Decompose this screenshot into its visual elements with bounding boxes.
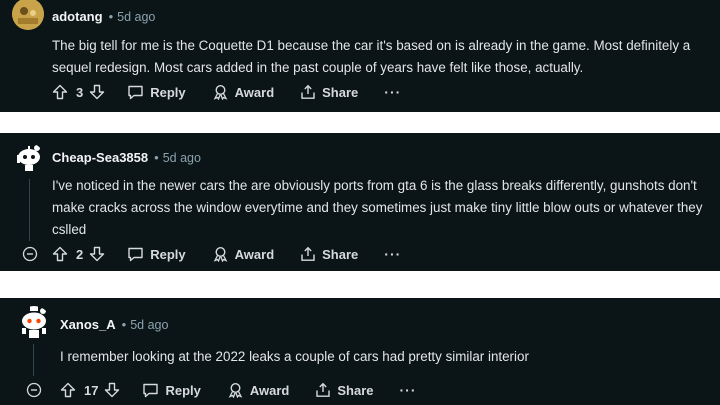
action-bar: 2 Reply Award Share ··· (52, 246, 401, 262)
author-name[interactable]: Cheap-Sea3858 (52, 150, 148, 165)
collapse-minus-icon (22, 246, 38, 262)
snoo-avatar-icon (22, 306, 46, 338)
author-name[interactable]: adotang (52, 9, 103, 24)
separator-dot: • (121, 317, 127, 332)
vote-count: 3 (76, 84, 84, 100)
comment-body: The big tell for me is the Coquette D1 b… (52, 38, 691, 75)
award-button[interactable]: Award (227, 382, 290, 398)
separator-dot: • (108, 9, 114, 24)
downvote-icon (105, 382, 120, 398)
collapse-button[interactable] (22, 246, 38, 267)
reply-label: Reply (150, 246, 186, 262)
downvote-icon (90, 246, 105, 262)
share-button[interactable]: Share (300, 84, 358, 100)
comment-header: Cheap-Sea3858 • 5d ago (52, 150, 201, 165)
timestamp[interactable]: 5d ago (117, 10, 155, 24)
collapse-minus-icon (26, 382, 42, 398)
award-button[interactable]: Award (212, 84, 275, 100)
separator-dot: • (154, 150, 159, 165)
award-label: Award (234, 246, 275, 262)
timestamp[interactable]: 5d ago (163, 151, 201, 165)
comment-2: Cheap-Sea3858 • 5d ago I've noticed in the… (0, 133, 720, 271)
comment-1: adotang • 5d ago The big tell for me is th… (0, 0, 720, 112)
avatar[interactable] (17, 306, 51, 340)
more-options-button[interactable]: ··· (384, 246, 401, 262)
author-name[interactable]: Xanos_A (60, 317, 116, 332)
comment-body: I remember looking at the 2022 leaks a c… (60, 349, 529, 364)
award-label: Award (234, 84, 275, 100)
snoo-avatar-icon (17, 145, 40, 171)
reply-label: Reply (150, 84, 186, 100)
more-options-button[interactable]: ··· (384, 84, 401, 100)
upvote-button[interactable] (60, 382, 76, 398)
timestamp[interactable]: 5d ago (130, 318, 168, 332)
comment-body: I've noticed in the newer cars the are o… (52, 178, 703, 237)
award-icon (228, 382, 243, 398)
avatar[interactable] (14, 143, 44, 173)
downvote-button[interactable] (104, 382, 120, 398)
more-options-button[interactable]: ··· (400, 382, 417, 398)
comment-icon (128, 85, 143, 100)
award-icon (213, 246, 227, 262)
downvote-icon (90, 84, 105, 100)
share-icon (301, 246, 315, 261)
share-button[interactable]: Share (315, 382, 374, 398)
collapse-button[interactable] (26, 382, 42, 403)
comment-header: Xanos_A • 5d ago (60, 317, 168, 332)
thread-line[interactable] (29, 179, 30, 241)
comment-header: adotang • 5d ago (52, 9, 155, 24)
thread-line[interactable] (33, 344, 34, 376)
upvote-icon (60, 382, 76, 398)
reply-button[interactable]: Reply (127, 84, 186, 100)
comment-3: Xanos_A • 5d ago I remember looking at the… (0, 298, 720, 405)
action-bar: 3 Reply Award Share ··· (52, 84, 401, 100)
upvote-button[interactable] (52, 246, 68, 262)
upvote-button[interactable] (52, 84, 68, 100)
upvote-icon (52, 246, 68, 262)
comment-icon (143, 383, 159, 398)
award-icon (213, 84, 227, 100)
award-button[interactable]: Award (212, 246, 275, 262)
share-label: Share (322, 246, 359, 262)
share-icon (316, 382, 331, 397)
share-label: Share (337, 382, 374, 398)
share-button[interactable]: Share (300, 246, 358, 262)
award-label: Award (249, 382, 290, 398)
reply-button[interactable]: Reply (142, 382, 201, 398)
avatar[interactable] (12, 0, 44, 30)
downvote-button[interactable] (89, 84, 105, 100)
comment-icon (128, 247, 143, 262)
vote-count: 17 (84, 382, 99, 398)
vote-count: 2 (76, 246, 84, 262)
downvote-button[interactable] (89, 246, 105, 262)
action-bar: 17 Reply Award Share ··· (60, 382, 417, 398)
reply-label: Reply (165, 382, 201, 398)
share-label: Share (322, 84, 359, 100)
reply-button[interactable]: Reply (127, 246, 186, 262)
share-icon (301, 84, 315, 99)
upvote-icon (52, 84, 68, 100)
